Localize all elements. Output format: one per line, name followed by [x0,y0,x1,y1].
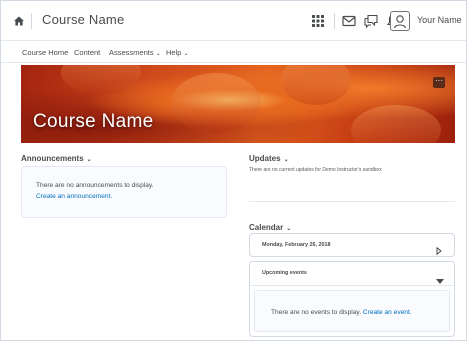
nav-label: Assessments [109,48,154,57]
widget-title: Announcements [21,154,84,163]
events-empty-panel: There are no events to display. Create a… [254,290,450,332]
calendar-date-row[interactable]: Monday, February 26, 2018 [249,233,455,257]
calendar-heading[interactable]: Calendar ⌄ [249,223,291,232]
course-homepage: Course Name Your Name Course Home Conten… [0,0,467,341]
mail-icon[interactable] [340,12,358,30]
divider [249,201,455,202]
divider [334,13,335,29]
chevron-down-icon: ⌄ [155,51,161,57]
announcements-panel: There are no announcements to display. C… [21,166,227,218]
caret-down-icon[interactable] [436,271,444,284]
create-event-link[interactable]: Create an event. [363,309,412,316]
widget-title: Calendar [249,223,284,232]
home-icon[interactable] [13,14,25,26]
top-bar: Course Name Your Name [1,1,466,41]
upcoming-events-header[interactable]: Upcoming events [250,262,454,286]
calendar-date: Monday, February 26, 2018 [262,242,331,248]
chat-icon[interactable] [362,12,380,30]
course-title[interactable]: Course Name [42,12,124,27]
course-banner: Course Name ··· [21,65,455,143]
banner-image [171,73,261,133]
banner-options-button[interactable]: ··· [433,77,445,88]
chevron-right-icon[interactable] [436,242,442,256]
user-name[interactable]: Your Name [417,15,462,25]
course-navbar: Course Home Content Assessments ⌄ Help ⌄ [1,41,466,63]
announcements-heading[interactable]: Announcements ⌄ [21,154,92,163]
nav-label: Content [74,48,101,57]
banner-image [61,65,141,95]
chevron-down-icon: ⌄ [286,226,292,232]
banner-title: Course Name [33,111,154,132]
grid-icon[interactable] [309,12,327,30]
events-empty-line: There are no events to display. Create a… [271,309,412,316]
widget-title: Updates [249,154,281,163]
chevron-down-icon: ⌄ [283,157,289,163]
nav-label: Help [166,48,182,57]
updates-text: There are no current updates for Demo In… [249,167,382,173]
banner-image [281,65,351,105]
nav-content[interactable]: Content [74,48,100,57]
announcements-empty-text: There are no announcements to display. [36,182,154,189]
nav-course-home[interactable]: Course Home [22,48,68,57]
nav-help[interactable]: Help ⌄ [166,48,188,57]
nav-assessments[interactable]: Assessments ⌄ [109,48,161,57]
nav-label: Course Home [22,48,69,57]
chevron-down-icon: ⌄ [183,51,189,57]
user-icon[interactable] [390,11,410,31]
upcoming-events-panel: Upcoming events There are no events to d… [249,261,455,337]
updates-heading[interactable]: Updates ⌄ [249,154,289,163]
create-announcement-link[interactable]: Create an announcement. [36,193,112,200]
events-empty-text: There are no events to display. [271,309,362,316]
upcoming-events-label: Upcoming events [262,270,307,276]
divider [31,13,32,29]
chevron-down-icon: ⌄ [86,157,92,163]
banner-image [351,105,441,143]
